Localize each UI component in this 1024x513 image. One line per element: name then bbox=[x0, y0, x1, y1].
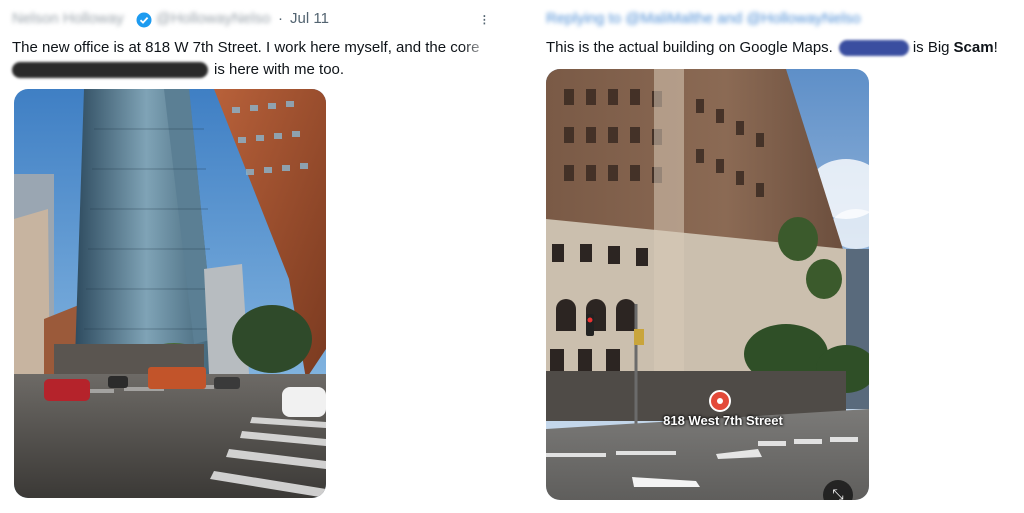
tweet-photo-skyscrapers[interactable] bbox=[14, 89, 326, 498]
tweet-photo-street-view[interactable]: 818 West 7th Street ⤡ bbox=[546, 69, 869, 500]
replying-to[interactable]: Replying to @MaliMalthe and @HollowayNel… bbox=[546, 10, 861, 27]
reply-text: This is the actual building on Google Ma… bbox=[546, 37, 998, 59]
author-handle[interactable]: @HollowayNelso bbox=[156, 10, 270, 27]
tweet-text-line-2: is here with me too. bbox=[12, 59, 344, 81]
map-pin-dot bbox=[717, 398, 723, 404]
tweet-date[interactable]: Jul 11 bbox=[290, 10, 329, 27]
tweet-text-line-2-tail: is here with me too. bbox=[214, 61, 345, 78]
text-fade bbox=[462, 36, 492, 60]
more-options-icon[interactable]: ⁝ bbox=[482, 11, 487, 29]
redaction-scribble-2 bbox=[838, 40, 909, 56]
map-pin-icon[interactable] bbox=[709, 390, 731, 412]
reply-text-bold: Scam bbox=[953, 39, 994, 56]
map-pin-label: 818 West 7th Street bbox=[663, 413, 783, 428]
verified-badge-icon bbox=[136, 12, 152, 28]
reply-text-part-2: is Big bbox=[912, 39, 950, 56]
street-view-photo bbox=[546, 69, 869, 500]
reply-text-end: ! bbox=[993, 39, 998, 56]
author-name[interactable]: Nelson Holloway bbox=[12, 10, 124, 27]
street-photo bbox=[14, 89, 326, 498]
tweet-text-line-1: The new office is at 818 W 7th Street. I… bbox=[12, 39, 480, 56]
separator-dot: · bbox=[278, 10, 283, 27]
redaction-scribble bbox=[12, 62, 208, 78]
reply-text-part-1: This is the actual building on Google Ma… bbox=[546, 39, 833, 56]
